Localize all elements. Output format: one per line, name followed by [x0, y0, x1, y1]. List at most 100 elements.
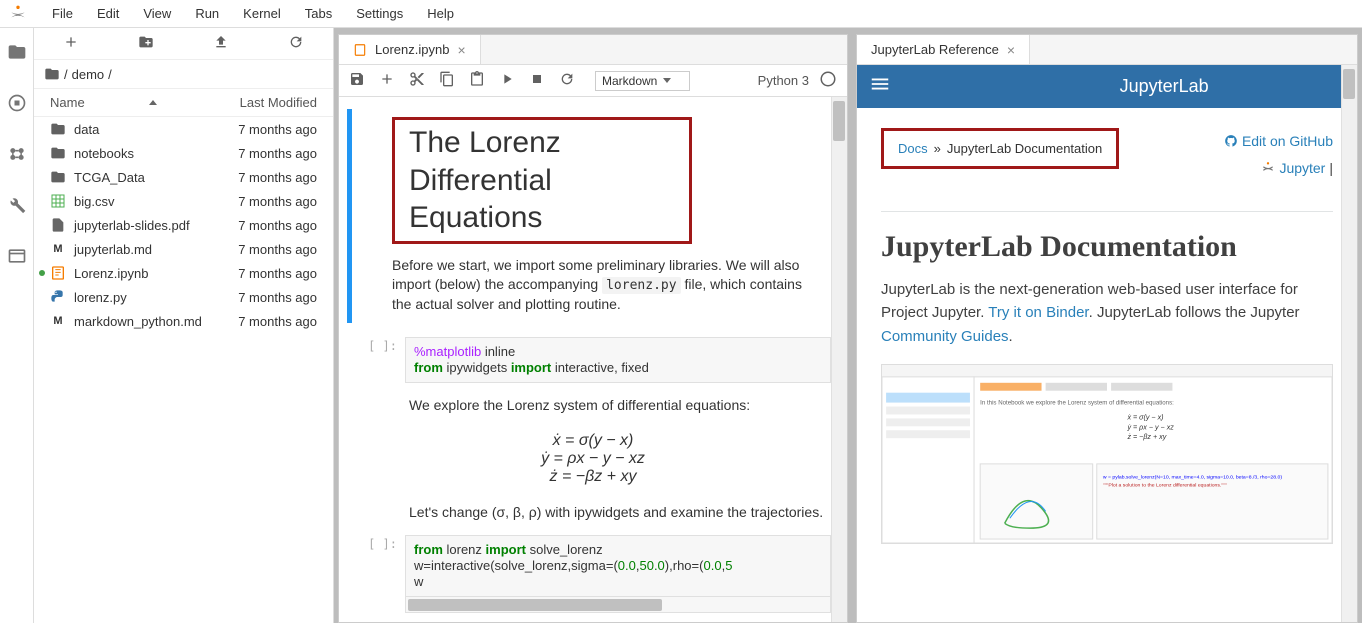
community-link[interactable]: Community Guides [881, 328, 1009, 345]
docs-site-title: JupyterLab [1120, 76, 1209, 97]
notebook-icon [50, 265, 66, 281]
notebook-body[interactable]: The Lorenz Differential Equations Before… [339, 97, 847, 622]
copy-icon[interactable] [439, 71, 455, 90]
cell-prompt: [ ]: [355, 337, 405, 383]
close-icon[interactable]: × [1007, 42, 1015, 58]
kernel-status-icon [819, 70, 837, 91]
file-browser-icon[interactable] [7, 42, 27, 65]
code-cell[interactable]: [ ]: from lorenz import solve_lorenz w=i… [339, 531, 847, 617]
edit-github-link[interactable]: Edit on GitHub [1224, 128, 1333, 155]
paste-icon[interactable] [469, 71, 485, 90]
stop-icon[interactable] [529, 71, 545, 90]
folder-icon [50, 169, 66, 185]
spreadsheet-icon [50, 193, 66, 209]
menu-edit[interactable]: Edit [85, 2, 131, 25]
code-cell[interactable]: [ ]: %matplotlib inline from ipywidgets … [339, 333, 847, 387]
code-input[interactable]: from lorenz import solve_lorenz w=intera… [405, 535, 831, 597]
docs-panel: JupyterLab Reference × JupyterLab Docs » [856, 34, 1358, 623]
menu-help[interactable]: Help [415, 2, 466, 25]
cell-prompt: [ ]: [355, 535, 405, 613]
running-icon[interactable] [7, 93, 27, 116]
markdown-icon: M [50, 241, 66, 257]
list-item[interactable]: big.csv7 months ago [34, 189, 333, 213]
markdown-text: We explore the Lorenz system of differen… [339, 387, 847, 424]
binder-link[interactable]: Try it on Binder [988, 304, 1088, 321]
docs-breadcrumb-row: Docs » JupyterLab Documentation Edit on … [881, 128, 1333, 212]
refresh-icon[interactable] [288, 34, 304, 53]
notebook-toolbar: Markdown Python 3 [339, 65, 847, 97]
list-item[interactable]: jupyterlab-slides.pdf7 months ago [34, 213, 333, 237]
file-icon [50, 217, 66, 233]
horizontal-scrollbar[interactable] [405, 597, 831, 613]
github-icon [1224, 134, 1238, 148]
list-item[interactable]: data7 months ago [34, 117, 333, 141]
docs-body[interactable]: JupyterLab Docs » JupyterLab Documentati… [857, 65, 1357, 622]
upload-icon[interactable] [213, 34, 229, 53]
svg-text:ż = −βz + xy: ż = −βz + xy [1126, 434, 1166, 441]
menu-file[interactable]: File [40, 2, 85, 25]
tab-bar: JupyterLab Reference × [857, 35, 1357, 65]
new-folder-icon[interactable] [138, 34, 154, 53]
equations: ẋ = σ(y − x) ẏ = ρx − y − xz ż = −βz + x… [339, 424, 847, 494]
tab-docs[interactable]: JupyterLab Reference × [857, 35, 1030, 64]
intro-text: Before we start, we import some prelimin… [392, 256, 823, 315]
svg-text:ẏ = ρx − y − xz: ẏ = ρx − y − xz [1126, 424, 1174, 431]
run-icon[interactable] [499, 71, 515, 90]
dock-panel: Lorenz.ipynb × Markdown Python 3 [334, 28, 1362, 623]
menu-settings[interactable]: Settings [344, 2, 415, 25]
chevron-down-icon [663, 78, 671, 83]
tools-icon[interactable] [7, 195, 27, 218]
menu-tabs[interactable]: Tabs [293, 2, 344, 25]
file-list-header: Name Last Modified [34, 89, 333, 117]
jupyter-logo-icon [8, 4, 28, 24]
markdown-text: For the default set of parameters, we se… [339, 617, 847, 622]
breadcrumb[interactable]: / demo / [34, 60, 333, 89]
svg-text:w = pylab.solve_lorenz(N=10, m: w = pylab.solve_lorenz(N=10, max_time=4.… [1103, 475, 1282, 481]
file-browser-toolbar [34, 28, 333, 60]
menu-view[interactable]: View [131, 2, 183, 25]
markdown-cell[interactable]: The Lorenz Differential Equations Before… [347, 109, 847, 323]
code-input[interactable]: %matplotlib inline from ipywidgets impor… [405, 337, 831, 383]
folder-icon [50, 121, 66, 137]
cut-icon[interactable] [409, 71, 425, 90]
hamburger-icon[interactable] [869, 73, 891, 100]
close-icon[interactable]: × [457, 42, 465, 58]
header-name[interactable]: Name [50, 95, 157, 110]
restart-icon[interactable] [559, 71, 575, 90]
commands-icon[interactable] [7, 144, 27, 167]
header-modified[interactable]: Last Modified [240, 95, 317, 110]
list-item[interactable]: Lorenz.ipynb7 months ago [34, 261, 333, 285]
activity-bar [0, 28, 34, 623]
list-item[interactable]: Mjupyterlab.md7 months ago [34, 237, 333, 261]
list-item[interactable]: notebooks7 months ago [34, 141, 333, 165]
jupyter-link[interactable]: Jupyter | [1224, 155, 1333, 182]
list-item[interactable]: lorenz.py7 months ago [34, 285, 333, 309]
menu-kernel[interactable]: Kernel [231, 2, 293, 25]
kernel-name[interactable]: Python 3 [758, 73, 809, 88]
list-item[interactable]: TCGA_Data7 months ago [34, 165, 333, 189]
markdown-text: Let's change (σ, β, ρ) with ipywidgets a… [339, 494, 847, 531]
scrollbar[interactable] [831, 97, 847, 622]
file-list: data7 months ago notebooks7 months ago T… [34, 117, 333, 623]
list-item[interactable]: Mmarkdown_python.md7 months ago [34, 309, 333, 333]
docs-paragraph: JupyterLab is the next-generation web-ba… [881, 278, 1333, 348]
new-launcher-icon[interactable] [63, 34, 79, 53]
breadcrumb-sep: / [108, 67, 112, 82]
cell-type-select[interactable]: Markdown [595, 71, 690, 91]
docs-breadcrumb: Docs » JupyterLab Documentation [881, 128, 1119, 169]
tabs-icon[interactable] [7, 246, 27, 269]
tab-lorenz[interactable]: Lorenz.ipynb × [339, 35, 481, 64]
save-icon[interactable] [349, 71, 365, 90]
svg-text:ẋ = σ(y − x): ẋ = σ(y − x) [1126, 414, 1163, 421]
docs-link[interactable]: Docs [898, 141, 928, 156]
docs-h1: JupyterLab Documentation [881, 230, 1333, 264]
add-cell-icon[interactable] [379, 71, 395, 90]
breadcrumb-folder[interactable]: demo [72, 67, 105, 82]
markdown-icon: M [50, 313, 66, 329]
svg-text:In this Notebook we explore th: In this Notebook we explore the Lorenz s… [980, 401, 1174, 407]
menu-run[interactable]: Run [183, 2, 231, 25]
scrollbar[interactable] [1341, 65, 1357, 622]
jupyter-logo-icon [1261, 161, 1275, 175]
folder-icon [44, 66, 60, 82]
docs-screenshot-image: In this Notebook we explore the Lorenz s… [881, 364, 1333, 544]
